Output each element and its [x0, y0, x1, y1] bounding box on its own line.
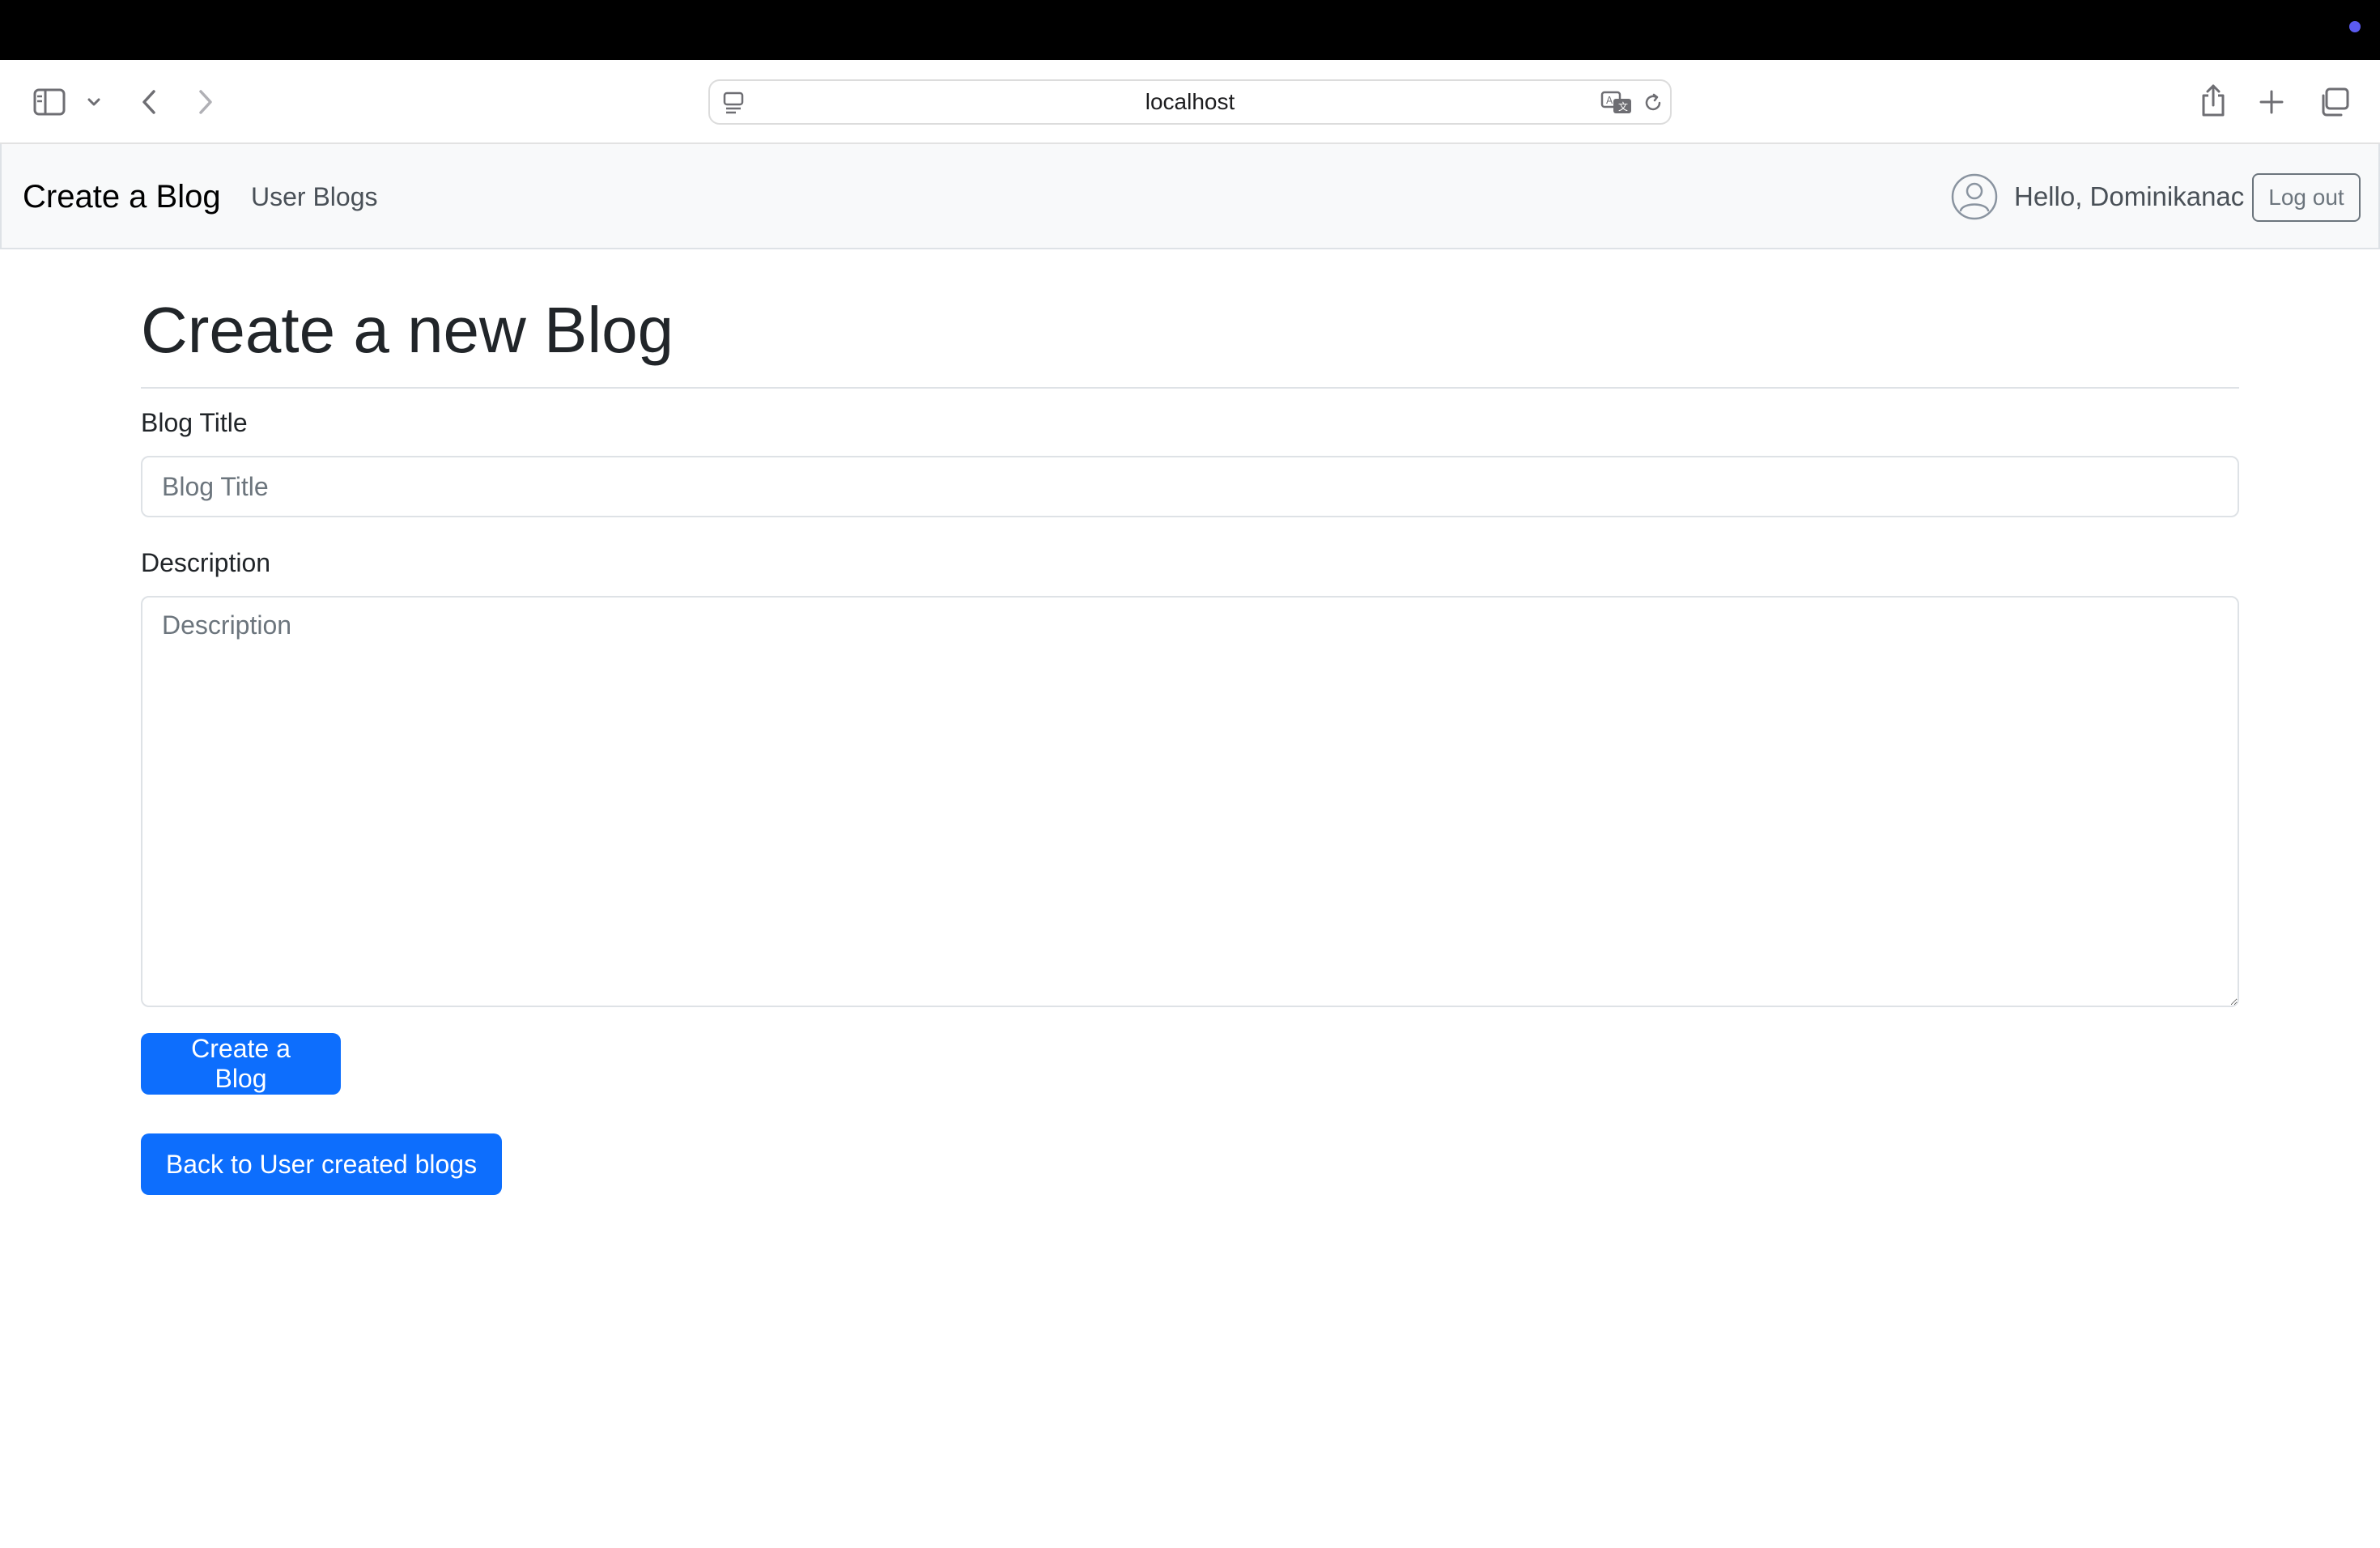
main-content: Create a new Blog Blog Title Description…	[141, 249, 2239, 1195]
site-navbar: Create a Blog User Blogs Hello, Dominika…	[0, 144, 2380, 249]
forward-arrow-icon[interactable]	[193, 84, 219, 120]
blog-title-input[interactable]	[141, 456, 2239, 517]
sidebar-icon[interactable]	[31, 84, 68, 120]
create-blog-button[interactable]: Create a Blog	[141, 1033, 341, 1095]
avatar-icon	[1951, 173, 1998, 220]
tab-overview-icon[interactable]	[2317, 86, 2351, 118]
reload-icon[interactable]	[1641, 91, 1665, 115]
status-dot-icon	[2349, 21, 2361, 32]
browser-toolbar: localhost A 文	[0, 60, 2380, 144]
user-greeting: Hello, Dominikanac	[2014, 181, 2245, 211]
description-label: Description	[141, 548, 271, 577]
nav-link-user-blogs[interactable]: User Blogs	[251, 144, 378, 249]
back-to-user-blogs-button[interactable]: Back to User created blogs	[141, 1133, 502, 1195]
page-title: Create a new Blog	[141, 294, 674, 366]
navbar-brand[interactable]: Create a Blog	[23, 144, 221, 249]
system-menubar	[0, 0, 2380, 60]
translate-icon[interactable]: A 文	[1600, 89, 1633, 117]
blog-title-label: Blog Title	[141, 408, 248, 437]
logout-button[interactable]: Log out	[2252, 173, 2361, 222]
svg-text:A: A	[1606, 95, 1613, 106]
chevron-down-icon[interactable]	[84, 92, 104, 112]
svg-text:文: 文	[1618, 100, 1628, 113]
address-bar[interactable]: localhost A 文	[708, 79, 1672, 125]
share-icon[interactable]	[2197, 81, 2229, 120]
plus-icon[interactable]	[2255, 86, 2288, 118]
description-textarea[interactable]	[141, 596, 2239, 1007]
address-text: localhost	[1145, 89, 1235, 114]
title-divider	[141, 387, 2239, 389]
back-arrow-icon[interactable]	[136, 84, 162, 120]
